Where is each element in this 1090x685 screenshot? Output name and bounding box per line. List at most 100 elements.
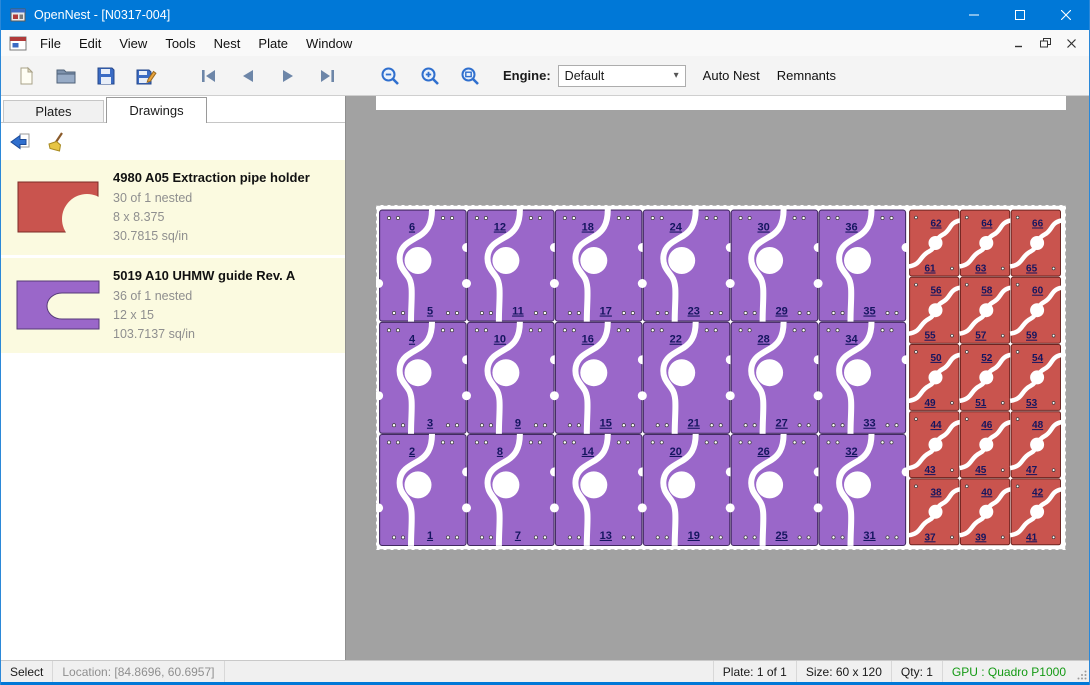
part-number-label: 29 — [775, 306, 787, 318]
nested-red-part-pair[interactable]: 5655 — [909, 277, 961, 343]
menu-window[interactable]: Window — [297, 32, 361, 55]
part-number-label: 58 — [981, 286, 993, 297]
nested-red-part-pair[interactable]: 6463 — [959, 210, 1011, 276]
save-button[interactable] — [91, 61, 121, 91]
menu-file[interactable]: File — [31, 32, 70, 55]
drawing-size: 8 x 8.375 — [113, 208, 310, 227]
drawing-nested-count: 30 of 1 nested — [113, 189, 310, 208]
nested-purple-part-pair[interactable]: 1615 — [550, 322, 647, 434]
window-title: OpenNest - [N0317-004] — [34, 8, 170, 22]
nested-purple-part-pair[interactable]: 87 — [462, 434, 559, 546]
new-file-button[interactable] — [11, 61, 41, 91]
resize-grip[interactable] — [1075, 661, 1089, 682]
zoom-in-button[interactable] — [415, 61, 445, 91]
nested-purple-part-pair[interactable]: 65 — [376, 210, 471, 322]
part-number-label: 48 — [1032, 420, 1044, 431]
save-as-button[interactable] — [131, 61, 161, 91]
nested-red-part-pair[interactable]: 58 57 — [959, 277, 1011, 343]
app-window: OpenNest - [N0317-004] File Edit View To… — [0, 0, 1090, 685]
mdi-restore-button[interactable] — [1032, 33, 1058, 53]
go-first-button[interactable] — [193, 61, 223, 91]
part-number-label: 57 — [975, 331, 987, 342]
mdi-minimize-button[interactable] — [1006, 33, 1032, 53]
nested-purple-part-pair[interactable]: 109 — [462, 322, 559, 434]
engine-select[interactable]: Default ▾ — [558, 65, 686, 87]
nested-red-part-pair[interactable]: 3837 — [909, 479, 961, 545]
nested-purple-part-pair[interactable]: 1211 — [462, 210, 559, 322]
nested-red-part-pair[interactable]: 6261 — [909, 210, 961, 276]
auto-nest-button[interactable]: Auto Nest — [703, 68, 760, 83]
part-number-label: 51 — [975, 398, 987, 409]
remnants-button[interactable]: Remnants — [777, 68, 836, 83]
menu-edit[interactable]: Edit — [70, 32, 110, 55]
plate[interactable]: 6512111817242330293635431091615222128273… — [376, 205, 1066, 550]
nested-red-part-pair[interactable]: 52 51 — [959, 345, 1011, 411]
drawing-list-item-2[interactable]: 5019 A10 UHMW guide Rev. A 36 of 1 neste… — [1, 258, 345, 353]
part-number-label: 5 — [427, 306, 433, 318]
open-file-button[interactable] — [51, 61, 81, 91]
go-last-button[interactable] — [313, 61, 343, 91]
nested-purple-part-pair[interactable]: 2625 — [726, 434, 823, 546]
part-number-label: 52 — [981, 353, 993, 364]
plate-svg: 6512111817242330293635431091615222128273… — [376, 205, 1066, 550]
drawing-title: 5019 A10 UHMW guide Rev. A — [113, 268, 295, 283]
nested-purple-part-pair[interactable]: 2221 — [638, 322, 735, 434]
nested-red-part-pair[interactable]: 4443 — [909, 412, 961, 478]
zoom-fit-button[interactable] — [455, 61, 485, 91]
nested-purple-part-pair[interactable]: 2827 — [726, 322, 823, 434]
tab-plates[interactable]: Plates — [3, 100, 104, 122]
nested-purple-part-pair[interactable]: 43 — [376, 322, 471, 434]
status-bar: Select Location: [84.8696, 60.6957] Plat… — [1, 660, 1089, 682]
part-number-label: 13 — [600, 530, 612, 542]
nested-red-part-pair[interactable]: 4039 — [959, 479, 1011, 545]
nested-purple-part-pair[interactable]: 2423 — [638, 210, 735, 322]
part-number-label: 9 — [515, 418, 521, 430]
nested-purple-part-pair[interactable]: 3231 — [814, 434, 911, 546]
nested-red-part-pair[interactable]: 5453 — [1010, 345, 1062, 411]
nested-parts-layer: 6512111817242330293635431091615222128273… — [376, 210, 1062, 546]
nested-red-part-pair[interactable]: 6665 — [1010, 210, 1062, 276]
go-previous-button[interactable] — [233, 61, 263, 91]
nested-red-part-pair[interactable]: 42 41 — [1010, 479, 1062, 545]
nested-purple-part-pair[interactable]: 3433 — [814, 322, 911, 434]
menu-tools[interactable]: Tools — [156, 32, 204, 55]
chevron-down-icon: ▾ — [674, 70, 679, 81]
status-mode: Select — [1, 661, 53, 682]
go-last-icon — [318, 68, 338, 84]
part-number-label: 55 — [924, 331, 936, 342]
nested-purple-part-pair[interactable]: 21 — [376, 434, 471, 546]
drawing-list-item-1[interactable]: 4980 A05 Extraction pipe holder 30 of 1 … — [1, 160, 345, 255]
part-number-label: 16 — [582, 334, 594, 346]
tab-drawings[interactable]: Drawings — [106, 97, 207, 123]
nested-purple-part-pair[interactable]: 3029 — [726, 210, 823, 322]
drawing-area: 30.7815 sq/in — [113, 227, 310, 246]
nested-red-part-pair[interactable]: 6059 — [1010, 277, 1062, 343]
menu-nest[interactable]: Nest — [205, 32, 250, 55]
broom-icon — [45, 131, 67, 153]
part-number-label: 6 — [409, 222, 415, 234]
main-toolbar: Engine: Default ▾ Auto Nest Remnants — [1, 56, 1089, 96]
maximize-button[interactable] — [997, 0, 1043, 30]
new-file-icon — [16, 66, 36, 86]
go-previous-icon — [238, 68, 258, 84]
mdi-close-button[interactable] — [1058, 33, 1084, 53]
nested-purple-part-pair[interactable]: 1817 — [550, 210, 647, 322]
back-button[interactable] — [5, 128, 35, 155]
part-number-label: 41 — [1026, 532, 1038, 543]
menu-plate[interactable]: Plate — [249, 32, 297, 55]
zoom-out-button[interactable] — [375, 61, 405, 91]
go-next-button[interactable] — [273, 61, 303, 91]
minimize-button[interactable] — [951, 0, 997, 30]
menu-view[interactable]: View — [110, 32, 156, 55]
nest-canvas[interactable]: 6512111817242330293635431091615222128273… — [346, 96, 1089, 660]
clear-button[interactable] — [41, 128, 71, 155]
close-button[interactable] — [1043, 0, 1089, 30]
nested-purple-part-pair[interactable]: 3635 — [814, 210, 911, 322]
status-plate: Plate: 1 of 1 — [713, 661, 796, 682]
part-number-label: 42 — [1032, 487, 1044, 498]
nested-red-part-pair[interactable]: 4645 — [959, 412, 1011, 478]
nested-red-part-pair[interactable]: 5049 — [909, 345, 961, 411]
nested-purple-part-pair[interactable]: 2019 — [638, 434, 735, 546]
nested-red-part-pair[interactable]: 4847 — [1010, 412, 1062, 478]
nested-purple-part-pair[interactable]: 1413 — [550, 434, 647, 546]
